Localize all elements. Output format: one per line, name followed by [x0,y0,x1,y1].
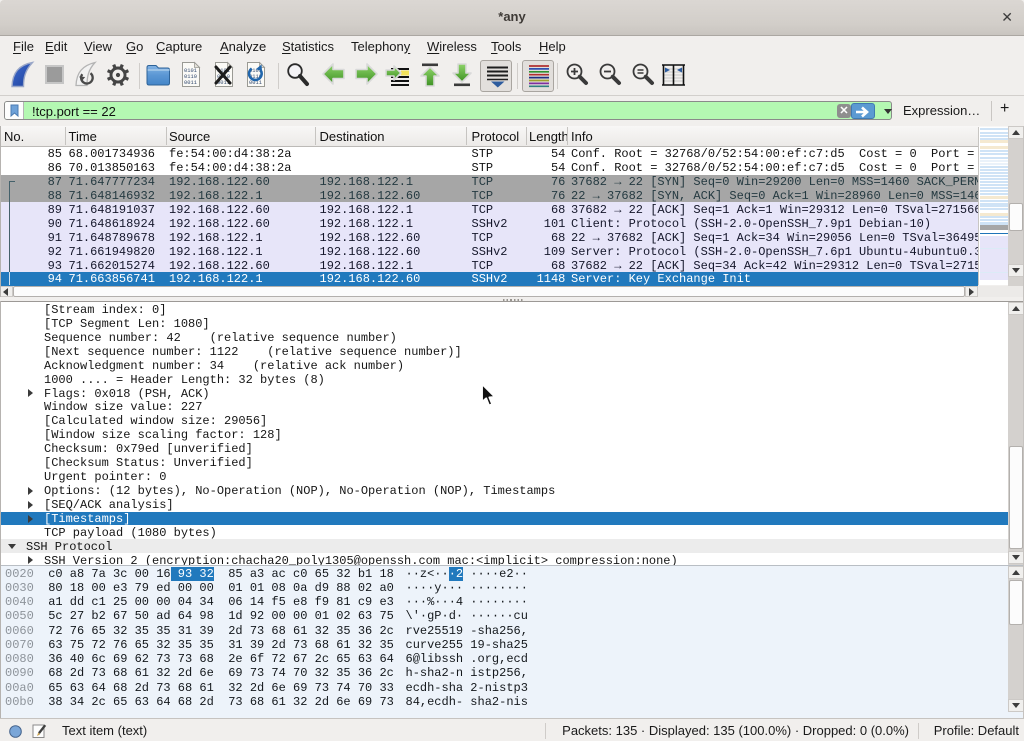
svg-text:0011: 0011 [184,80,197,86]
